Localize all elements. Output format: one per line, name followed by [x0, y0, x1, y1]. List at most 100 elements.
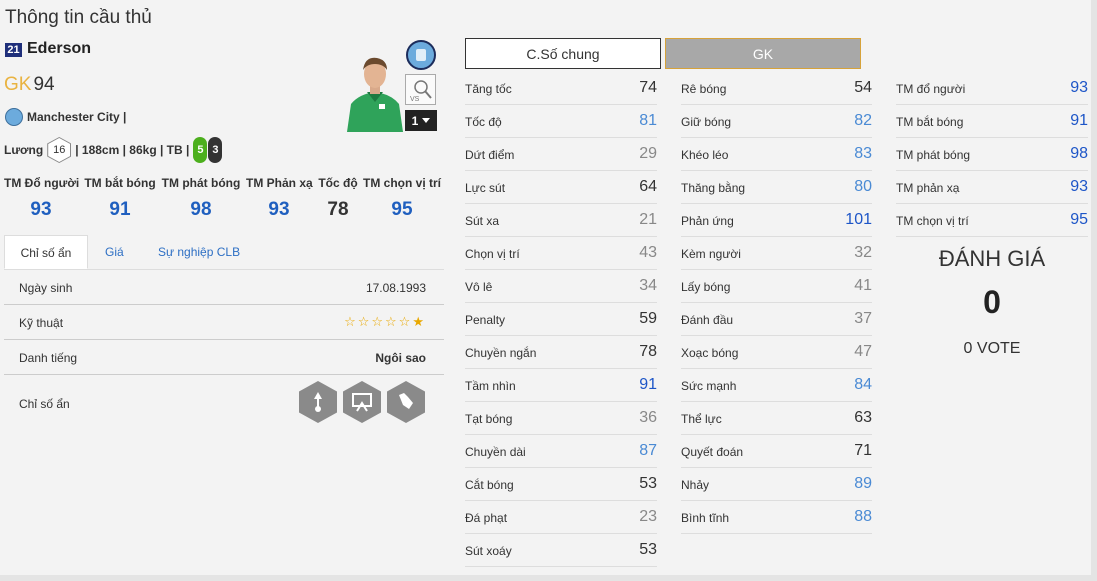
stat-value: 101 — [845, 211, 872, 228]
stat-row: Xoạc bóng 47 — [681, 336, 872, 369]
stat-name: Chọn vị trí — [465, 247, 520, 261]
stat-value: 34 — [639, 277, 657, 294]
stat-value: 82 — [854, 112, 872, 129]
stat-name: Xoạc bóng — [681, 346, 739, 360]
stat-name: Lực sút — [465, 181, 506, 195]
star-filled-icon: ★ — [412, 314, 426, 329]
compare-magnifier-icon: VS — [410, 80, 432, 103]
stat-row: Dứt điểm 29 — [465, 138, 657, 171]
stat-name: Penalty — [465, 313, 506, 327]
stat-row: Lấy bóng 41 — [681, 270, 872, 303]
stat-value: 88 — [854, 508, 872, 525]
info-tabs: Chỉ số ẩn Giá Sự nghiệp CLB — [4, 235, 444, 270]
stat-value: 64 — [639, 178, 657, 195]
stat-row: Cắt bóng 53 — [465, 468, 657, 501]
stat-name: Tốc độ — [465, 115, 502, 129]
fame-value: Ngôi sao — [375, 351, 426, 365]
tab-club-career[interactable]: Sự nghiệp CLB — [143, 235, 255, 269]
star-empty-icon: ☆☆☆☆☆ — [344, 314, 413, 329]
stat-name: Thể lực — [681, 412, 722, 426]
skill-stars: ☆☆☆☆☆★ — [344, 314, 426, 330]
stat-value: 80 — [854, 178, 872, 195]
player-number-badge: 21 — [5, 43, 22, 57]
stat-name: TM phản xạ — [896, 181, 960, 195]
stat-row: Bình tĩnh 88 — [681, 501, 872, 534]
stat-name: Kèm người — [681, 247, 741, 261]
stat-value: 91 — [1070, 112, 1088, 129]
rating-vote-count: 0 VOTE — [963, 340, 1021, 357]
stat-row: Quyết đoán 71 — [681, 435, 872, 468]
stat-name: Sút xoáy — [465, 544, 512, 558]
club-name[interactable]: Manchester City | — [27, 110, 126, 124]
skill-row: Kỹ thuật ☆☆☆☆☆★ — [4, 305, 444, 340]
stat-value: 43 — [639, 244, 657, 261]
stat-row: Chọn vị trí 43 — [465, 237, 657, 270]
stat-row: Thể lực 63 — [681, 402, 872, 435]
position-label: GK — [4, 74, 32, 95]
gk-summary-item: TM Đổ người 93 — [4, 176, 80, 220]
salary-hex-badge: 16 — [47, 137, 72, 163]
stat-row: Phản ứng 101 — [681, 204, 872, 237]
tab-price[interactable]: Giá — [90, 235, 139, 269]
stat-name: Cắt bóng — [465, 478, 514, 492]
stat-name: TM đổ người — [896, 82, 966, 96]
stat-name: Bình tĩnh — [681, 511, 730, 525]
salary-label: Lương — [4, 143, 44, 157]
stat-name: Nhảy — [681, 478, 710, 492]
stat-name: Chuyền ngắn — [465, 346, 537, 360]
hidden-traits-label: Chỉ số ẩn — [19, 397, 70, 411]
stat-name: Rê bóng — [681, 82, 727, 96]
left-foot-icon: 5 — [193, 137, 208, 163]
stat-value: 78 — [639, 343, 657, 360]
stat-value: 36 — [639, 409, 657, 426]
birthdate-label: Ngày sinh — [19, 281, 73, 295]
stat-value: 21 — [639, 211, 657, 228]
stat-value: 53 — [639, 541, 657, 558]
stat-name: Tạt bóng — [465, 412, 513, 426]
stat-row: Lực sút 64 — [465, 171, 657, 204]
stat-value: 54 — [854, 79, 872, 96]
stat-value: 74 — [639, 79, 657, 96]
stat-name: Tầm nhìn — [465, 379, 516, 393]
stat-value: 53 — [639, 475, 657, 492]
general-stats-toggle[interactable]: C.Số chung — [465, 38, 661, 69]
tab-hidden-stats[interactable]: Chỉ số ẩn — [4, 235, 88, 269]
svg-text:VS: VS — [410, 96, 420, 103]
upgrade-level-dropdown[interactable]: 1 — [405, 110, 437, 131]
stat-row: Đá phạt 23 — [465, 501, 657, 534]
gk-stats-toggle[interactable]: GK — [665, 38, 861, 69]
skill-label: Kỹ thuật — [19, 316, 64, 330]
stat-value: 63 — [854, 409, 872, 426]
stat-value: 93 — [1070, 178, 1088, 195]
stat-value: 91 — [639, 376, 657, 393]
birthdate-row: Ngày sinh 17.08.1993 — [4, 270, 444, 305]
stat-row: Tạt bóng 36 — [465, 402, 657, 435]
stat-row: Thăng bằng 80 — [681, 171, 872, 204]
stat-name: Sút xa — [465, 214, 500, 228]
compare-vs-button[interactable]: VS — [405, 74, 436, 105]
stat-value: 95 — [1070, 211, 1088, 228]
club-crest-icon — [406, 40, 436, 70]
fame-label: Danh tiếng — [19, 351, 78, 365]
stat-row: Khéo léo 83 — [681, 138, 872, 171]
stat-value: 93 — [1070, 79, 1088, 96]
stat-name: Đá phạt — [465, 511, 508, 525]
stat-value: 87 — [639, 442, 657, 459]
stat-name: Tăng tốc — [465, 82, 512, 96]
stat-row: TM chọn vị trí 95 — [896, 204, 1088, 237]
stat-name: Quyết đoán — [681, 445, 744, 459]
chevron-down-icon — [422, 118, 431, 123]
stat-row: Giữ bóng 82 — [681, 105, 872, 138]
stat-row: Penalty 59 — [465, 303, 657, 336]
stat-value: 98 — [1070, 145, 1088, 162]
page-title: Thông tin cầu thủ — [5, 7, 152, 28]
stat-name: TM chọn vị trí — [896, 214, 969, 228]
body-details: | 188cm | 86kg | TB | — [75, 143, 190, 157]
upgrade-level-value: 1 — [411, 113, 419, 128]
stat-row: Nhảy 89 — [681, 468, 872, 501]
stat-name: TM bắt bóng — [896, 115, 964, 129]
stat-row: Đánh đầu 37 — [681, 303, 872, 336]
player-info-card: Thông tin cầu thủ 21 Ederson GK 94 Manche… — [0, 0, 1091, 575]
stat-row: Tốc độ 81 — [465, 105, 657, 138]
overall-rating: 94 — [33, 74, 55, 95]
